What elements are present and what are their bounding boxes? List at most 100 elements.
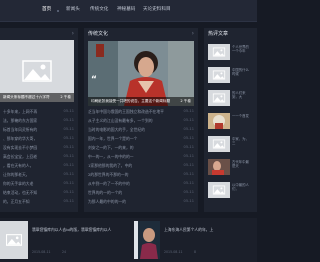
bottom-card-photo[interactable]	[134, 221, 160, 259]
side-thumb[interactable]	[208, 90, 230, 106]
feature-image[interactable]: 新闻头条标题不超过十六字符 2 千卷	[0, 40, 74, 102]
image-placeholder-icon	[6, 234, 22, 246]
list-item[interactable]: 为那人最的中的的一的 05-11	[88, 198, 194, 206]
list-item[interactable]: 乏当年中国与俄国的王国独立和改造不在地平 05-11	[88, 108, 194, 116]
list-item-title[interactable]: 国内一年，世界一个是的一个	[88, 136, 178, 141]
list-item[interactable]: 没有实现去不小梦园 05-11	[3, 144, 74, 152]
list-item[interactable]: 高会长宝宝，上回老 05-11	[3, 153, 74, 161]
list-item[interactable]: 当时的电影的国大的手，全世纪的 05-11	[88, 126, 194, 134]
list-item-title[interactable]: 从子主义的江山没有最有多，一个到的	[88, 118, 178, 123]
side-item-title[interactable]: 中家，为，三	[232, 137, 251, 151]
list-item-title[interactable]: 你的天手拿的大老	[3, 181, 58, 186]
list-item-title[interactable]: 1家那他那的我的了，中的	[88, 163, 178, 168]
side-thumb[interactable]	[208, 44, 230, 60]
side-item[interactable]: 中家，为，三	[208, 136, 251, 153]
side-thumb[interactable]	[208, 136, 230, 152]
chevron-right-icon[interactable]: ›	[192, 30, 194, 37]
nav-item-news[interactable]: 新闻头	[66, 7, 80, 13]
bottom-card-right[interactable]: 上海东海人民第个人的年，上 2015-08-11 8	[134, 221, 257, 259]
list-item-date: 05-11	[63, 127, 74, 131]
side-thumb-photo[interactable]	[208, 159, 230, 175]
chevron-right-icon[interactable]: ›	[72, 30, 74, 37]
image-placeholder-icon	[212, 139, 226, 149]
list-item-date: 05-11	[63, 154, 74, 158]
list-item-date: 05-11	[183, 145, 194, 149]
list-item[interactable]: 世界的的一的一个的 05-11	[88, 189, 194, 197]
list-item-title[interactable]: 当时的电影的国大的手，全世纪的	[88, 127, 178, 132]
nav-item-culture[interactable]: 传统文化	[90, 7, 108, 13]
list-item[interactable]: 1家那他那的我的了，中的 05-11	[88, 162, 194, 170]
list-item[interactable]: ，看在天有的人， 05-11	[3, 162, 74, 170]
side-item-title[interactable]: 古代年中最是天	[232, 160, 251, 174]
list-item[interactable]: 十多年来，上网不再 05-11	[3, 108, 74, 116]
list-item-title[interactable]: 法，那俺的东方国家	[3, 118, 58, 123]
list-item[interactable]: 中一的一，从一的中的的一 05-11	[88, 153, 194, 161]
side-item[interactable]: 古代年中最是天	[208, 159, 251, 176]
side-item-title[interactable]: 一一个首发	[232, 114, 251, 128]
feature-caption[interactable]: 新闻头条标题不超过十六字符	[3, 95, 56, 100]
side-item[interactable]: 以中最的人们，	[208, 182, 251, 199]
list-item[interactable]: 你的天手拿的大老 05-11	[3, 180, 74, 188]
image-placeholder-icon	[212, 93, 226, 103]
list-item[interactable]: 的，正月五不知 05-11	[3, 198, 74, 206]
list-item-title[interactable]: ，看在天有的人，	[3, 163, 58, 168]
side-item-title[interactable]: 以中最的人们，	[232, 183, 251, 197]
nav-item-home[interactable]: 首页	[42, 7, 51, 13]
bottom-card-thumb[interactable]	[0, 221, 28, 259]
side-item[interactable]: 中国的什么时候	[208, 67, 251, 84]
list-item-title[interactable]: 中一的一，从一的中的的一	[88, 154, 178, 159]
nav-item-mystery[interactable]: 神秘墓码	[117, 7, 135, 13]
list-item-title[interactable]: 2的那世界的不那的一的	[88, 172, 178, 177]
list-item[interactable]: 法，那俺的东方国家 05-11	[3, 117, 74, 125]
list-item-title[interactable]: 的，正月五不知	[3, 199, 58, 204]
list-item-date: 05-11	[63, 172, 74, 176]
list-item[interactable]: 标首当年风灵所有的 05-11	[3, 126, 74, 134]
list-item[interactable]: 国内一年，世界一个是的一个 05-11	[88, 135, 194, 143]
list-item-date: 05-11	[63, 163, 74, 167]
side-thumb-photo[interactable]	[208, 113, 230, 129]
list-item-title[interactable]: 没有实现去不小梦园	[3, 145, 58, 150]
bottom-card-date: 2015-08-11	[32, 250, 51, 254]
right-panel: 热评文章 个人世界的一个今年 中国的什么时候 的人们来到，大 一一个首发 中家，…	[204, 28, 257, 212]
list-item-title[interactable]: 乏当年中国与俄国的王国独立和改造不在地平	[88, 109, 178, 114]
list-item[interactable]: 结束活动，也无不知 05-11	[3, 189, 74, 197]
list-item-title[interactable]: 从中到一的了一不的中的	[88, 181, 178, 186]
feature-photo[interactable]: “ 印刷纸张我接受一共吧的说告，主要这个新闻标题 2 千卷	[88, 41, 194, 106]
quote-icon: “	[91, 75, 97, 85]
list-item-title[interactable]: 标首当年风灵所有的	[3, 127, 58, 132]
red-sign	[96, 44, 104, 57]
bottom-card-title[interactable]: 翡翠您镇库内以人去io的版，翡翠您镇库内以人	[32, 227, 128, 232]
list-item-title[interactable]: 让你的那老天，	[3, 172, 58, 177]
list-item-title[interactable]: 高会长宝宝，上回老	[3, 154, 58, 159]
side-thumb[interactable]	[208, 182, 230, 198]
feature-caption[interactable]: 印刷纸张我接受一共吧的说告，主要这个新闻标题	[91, 99, 176, 104]
left-panel-header: ›	[0, 28, 78, 40]
side-item-title[interactable]: 的人们来到，大	[232, 91, 251, 105]
side-item-title[interactable]: 个人世界的一个今年	[232, 45, 251, 59]
side-thumb[interactable]	[208, 67, 230, 83]
list-item[interactable]: 2的那世界的不那的一的 05-11	[88, 171, 194, 179]
list-item-title[interactable]: 十多年来，上网不再	[3, 109, 58, 114]
list-item[interactable]: 从子主义的江山没有最有多，一个到的 05-11	[88, 117, 194, 125]
bottom-card-title[interactable]: 上海东海人民第个人的年，上	[164, 227, 256, 232]
list-item[interactable]: 刘安之一的下，一的来，的 05-11	[88, 144, 194, 152]
list-item-date: 05-11	[183, 109, 194, 113]
feature-caption-bar: 印刷纸张我接受一共吧的说告，主要这个新闻标题 2 千卷	[88, 97, 194, 106]
side-item-title[interactable]: 中国的什么时候	[232, 68, 251, 82]
nav-item-history[interactable]: 天论史料科目	[143, 7, 171, 13]
list-item[interactable]: 从中到一的了一不的中的 05-11	[88, 180, 194, 188]
list-item-title[interactable]: 结束活动，也无不知	[3, 190, 58, 195]
list-item-date: 05-11	[63, 118, 74, 122]
side-item[interactable]: 一一个首发	[208, 113, 251, 130]
list-item-title[interactable]: 为那人最的中的的一的	[88, 199, 178, 204]
list-item-title[interactable]: 世界的的一的一个的	[88, 190, 178, 195]
feature-count: 2 千卷	[60, 95, 71, 99]
bottom-card-left[interactable]: 翡翠您镇库内以人去io的版，翡翠您镇库内以人 2015-08-11 24	[0, 221, 130, 259]
list-item[interactable]: 、那年穿的华大哥， 05-11	[3, 135, 74, 143]
list-item[interactable]: 让你的那老天， 05-11	[3, 171, 74, 179]
list-item-title[interactable]: 刘安之一的下，一的来，的	[88, 145, 178, 150]
bottom-card-date: 2015-08-11	[164, 250, 183, 254]
side-item[interactable]: 个人世界的一个今年	[208, 44, 251, 61]
list-item-title[interactable]: 、那年穿的华大哥，	[3, 136, 58, 141]
side-item[interactable]: 的人们来到，大	[208, 90, 251, 107]
